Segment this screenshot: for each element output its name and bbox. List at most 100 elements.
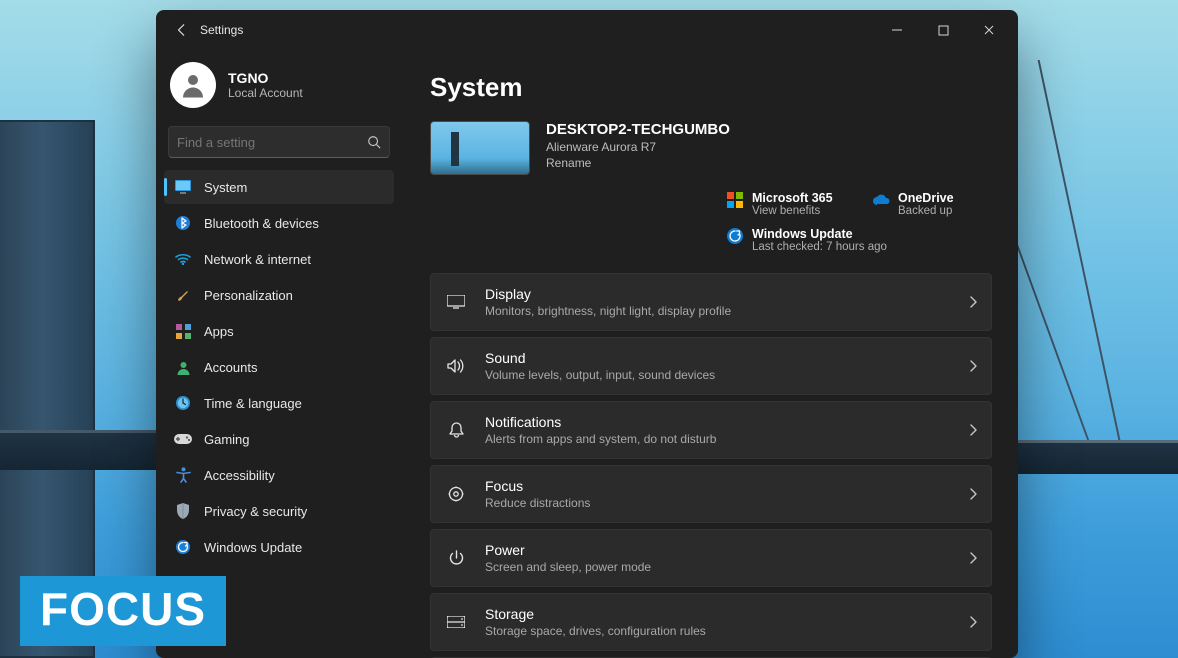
rename-link[interactable]: Rename xyxy=(546,156,591,170)
device-name: DESKTOP2-TECHGUMBO xyxy=(546,121,730,138)
setting-sub: Screen and sleep, power mode xyxy=(485,560,951,574)
setting-title: Notifications xyxy=(485,414,951,430)
nav-list: System Bluetooth & devices Network & inter… xyxy=(164,170,394,564)
minimize-button[interactable] xyxy=(874,14,920,46)
chevron-right-icon xyxy=(969,488,977,500)
power-icon xyxy=(445,550,467,566)
setting-row-storage[interactable]: StorageStorage space, drives, configurat… xyxy=(430,593,992,651)
update-icon xyxy=(726,227,744,245)
status-sub: Backed up xyxy=(898,205,954,217)
system-icon xyxy=(174,178,192,196)
sidebar-item-label: Network & internet xyxy=(204,252,311,267)
sidebar-item-label: Time & language xyxy=(204,396,302,411)
sidebar-item-accounts[interactable]: Accounts xyxy=(164,350,394,384)
setting-title: Sound xyxy=(485,350,951,366)
sidebar-item-privacy-security[interactable]: Privacy & security xyxy=(164,494,394,528)
settings-window: Settings TGNO Local Account xyxy=(156,10,1018,658)
status-onedrive[interactable]: OneDriveBacked up xyxy=(872,191,992,217)
status-title: Microsoft 365 xyxy=(752,191,833,205)
setting-title: Display xyxy=(485,286,951,302)
setting-row-power[interactable]: Power Screen and sleep, power mode xyxy=(430,529,992,587)
sidebar-item-network-internet[interactable]: Network & internet xyxy=(164,242,394,276)
setting-text: Display Monitors, brightness, night light… xyxy=(485,286,951,318)
sound-icon xyxy=(445,359,467,373)
main-panel: System DESKTOP2-TECHGUMBO Alienware Auro… xyxy=(402,50,1018,658)
sidebar-item-label: Windows Update xyxy=(204,540,302,555)
setting-sub: Volume levels, output, input, sound devi… xyxy=(485,368,951,382)
chevron-right-icon xyxy=(969,552,977,564)
setting-text: Focus Reduce distractions xyxy=(485,478,951,510)
chevron-right-icon xyxy=(969,360,977,372)
setting-title: Storage xyxy=(485,606,951,622)
setting-text: Power Screen and sleep, power mode xyxy=(485,542,951,574)
setting-sub: Reduce distractions xyxy=(485,496,951,510)
setting-sub: Monitors, brightness, night light, displ… xyxy=(485,304,951,318)
status-sub: Last checked: 7 hours ago xyxy=(752,241,887,253)
focus-overlay-banner: Focus xyxy=(20,576,226,646)
setting-row-notifications[interactable]: Notifications Alerts from apps and system… xyxy=(430,401,992,459)
sidebar-item-windows-update[interactable]: Windows Update xyxy=(164,530,394,564)
status-ms365[interactable]: Microsoft 365View benefits xyxy=(726,191,846,217)
back-button[interactable] xyxy=(166,14,198,46)
focus-icon xyxy=(445,486,467,502)
setting-row-display[interactable]: Display Monitors, brightness, night light… xyxy=(430,273,992,331)
status-grid: Microsoft 365View benefits OneDriveBacke… xyxy=(726,191,992,253)
shield-icon xyxy=(174,502,192,520)
settings-list: Display Monitors, brightness, night light… xyxy=(430,273,992,658)
sidebar: TGNO Local Account System Bluetooth & dev… xyxy=(156,50,402,658)
wallpaper-bridge-deck-left xyxy=(0,430,160,470)
status-title: Windows Update xyxy=(752,227,887,241)
display-icon xyxy=(445,295,467,309)
sidebar-item-label: Bluetooth & devices xyxy=(204,216,319,231)
accessibility-icon xyxy=(174,466,192,484)
ms365-icon xyxy=(726,191,744,209)
avatar xyxy=(170,62,216,108)
device-model: Alienware Aurora R7 xyxy=(546,140,730,154)
profile-block[interactable]: TGNO Local Account xyxy=(164,54,394,124)
sidebar-item-accessibility[interactable]: Accessibility xyxy=(164,458,394,492)
sidebar-item-system[interactable]: System xyxy=(164,170,394,204)
device-thumbnail[interactable] xyxy=(430,121,530,175)
setting-title: Power xyxy=(485,542,951,558)
sidebar-item-label: Accounts xyxy=(204,360,257,375)
update-icon xyxy=(174,538,192,556)
gamepad-icon xyxy=(174,430,192,448)
status-sub: View benefits xyxy=(752,205,833,217)
status-windows-update[interactable]: Windows UpdateLast checked: 7 hours ago xyxy=(726,227,992,253)
setting-text: Sound Volume levels, output, input, sound… xyxy=(485,350,951,382)
onedrive-icon xyxy=(872,191,890,209)
sidebar-item-label: System xyxy=(204,180,247,195)
setting-text: Notifications Alerts from apps and system… xyxy=(485,414,951,446)
setting-row-sound[interactable]: Sound Volume levels, output, input, sound… xyxy=(430,337,992,395)
sidebar-item-gaming[interactable]: Gaming xyxy=(164,422,394,456)
profile-name: TGNO xyxy=(228,70,303,86)
sidebar-item-label: Accessibility xyxy=(204,468,275,483)
chevron-right-icon xyxy=(969,424,977,436)
person-icon xyxy=(174,358,192,376)
sidebar-item-label: Personalization xyxy=(204,288,293,303)
search-box[interactable] xyxy=(168,126,390,158)
wallpaper-bridge-deck-right xyxy=(1018,440,1178,474)
sidebar-item-apps[interactable]: Apps xyxy=(164,314,394,348)
sidebar-item-time-language[interactable]: Time & language xyxy=(164,386,394,420)
device-card: DESKTOP2-TECHGUMBO Alienware Aurora R7 R… xyxy=(430,121,992,253)
search-icon xyxy=(367,135,381,149)
setting-text: StorageStorage space, drives, configurat… xyxy=(485,606,951,638)
setting-sub: Alerts from apps and system, do not dist… xyxy=(485,432,951,446)
sidebar-item-personalization[interactable]: Personalization xyxy=(164,278,394,312)
status-title: OneDrive xyxy=(898,191,954,205)
setting-title: Focus xyxy=(485,478,951,494)
wifi-icon xyxy=(174,250,192,268)
close-button[interactable] xyxy=(966,14,1012,46)
chevron-right-icon xyxy=(969,296,977,308)
setting-row-focus[interactable]: Focus Reduce distractions xyxy=(430,465,992,523)
page-title: System xyxy=(430,72,992,103)
sidebar-item-label: Apps xyxy=(204,324,234,339)
maximize-button[interactable] xyxy=(920,14,966,46)
sidebar-item-bluetooth-devices[interactable]: Bluetooth & devices xyxy=(164,206,394,240)
apps-icon xyxy=(174,322,192,340)
window-title: Settings xyxy=(200,23,243,37)
titlebar: Settings xyxy=(156,10,1018,50)
search-input[interactable] xyxy=(177,135,367,150)
profile-subtitle: Local Account xyxy=(228,86,303,100)
